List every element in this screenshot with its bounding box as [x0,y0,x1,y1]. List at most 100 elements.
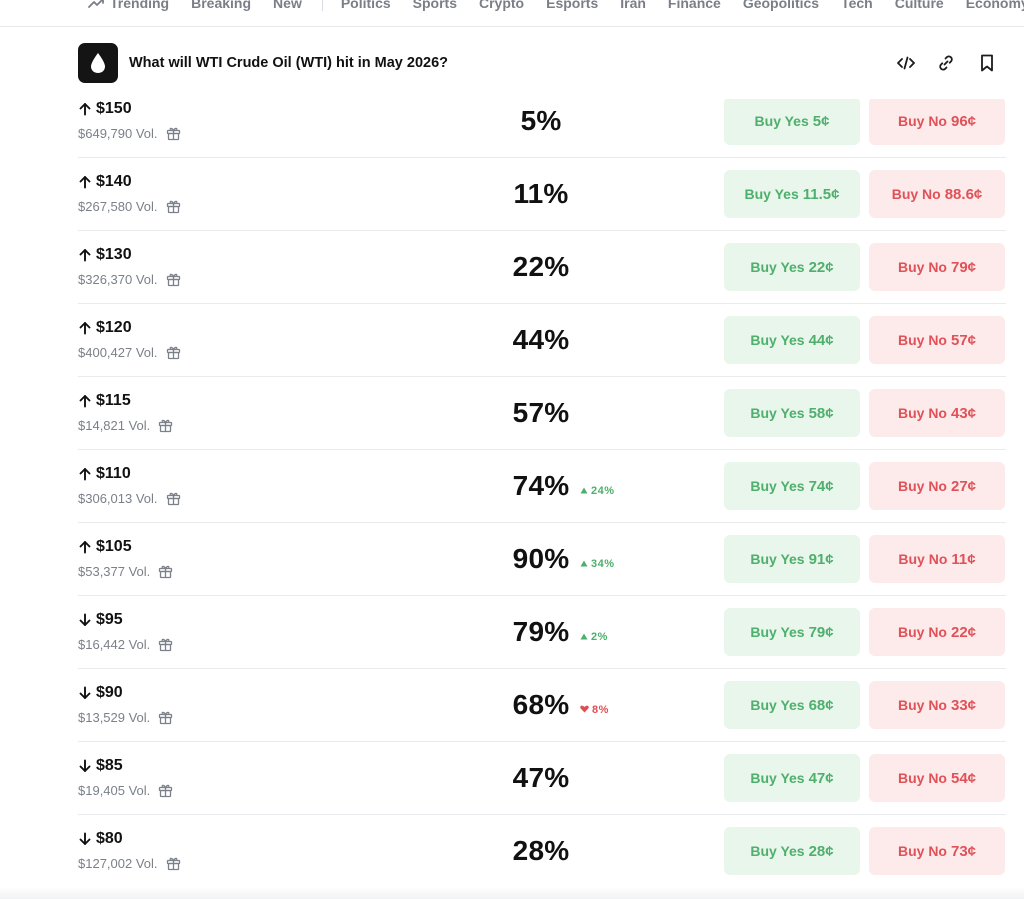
market-logo [78,43,118,83]
triangle-up-icon [580,631,588,643]
buy-yes-button[interactable]: Buy Yes 47¢ [724,754,860,802]
outcome-volume-group: $400,427 Vol. [78,345,181,360]
buy-yes-button[interactable]: Buy Yes 28¢ [724,827,860,875]
arrow-down-icon [78,832,92,846]
outcome-row: $110 $306,013 Vol. 74% 24% Buy Yes 74¢ Buy No 2… [0,450,1024,523]
buy-no-button[interactable]: Buy No 57¢ [869,316,1005,364]
embed-button[interactable] [895,52,917,74]
chance-change: 2% [580,631,608,643]
gift-icon[interactable] [158,564,173,579]
outcome-title: $120 [96,319,132,336]
arrow-down-icon [78,686,92,700]
buy-yes-button[interactable]: Buy Yes 91¢ [724,535,860,583]
buy-yes-button[interactable]: Buy Yes 44¢ [724,316,860,364]
buy-yes-button[interactable]: Buy Yes 74¢ [724,462,860,510]
buy-yes-label: Buy Yes [750,332,805,348]
outcome-label-group: $120 [78,319,132,337]
nav-divider [321,0,323,11]
buy-no-button[interactable]: Buy No 96¢ [869,97,1005,145]
buy-yes-button[interactable]: Buy Yes 79¢ [724,608,860,656]
buy-yes-button[interactable]: Buy Yes 68¢ [724,681,860,729]
arrow-up-icon [78,248,92,262]
nav-item-8[interactable]: Finance [668,0,721,11]
outcome-label-group: $80 [78,830,123,848]
outcome-volume: $326,370 Vol. [78,272,158,287]
nav-item-3[interactable]: Politics [341,0,391,11]
gift-icon[interactable] [166,856,181,871]
chance-change-value: 8% [592,704,609,716]
copy-link-button[interactable] [935,52,957,74]
gift-icon[interactable] [158,710,173,725]
gift-icon[interactable] [166,345,181,360]
buy-no-price: 57¢ [950,331,977,349]
buy-yes-button[interactable]: Buy Yes 22¢ [724,243,860,291]
gift-icon[interactable] [158,637,173,652]
outcome-volume: $400,427 Vol. [78,345,158,360]
nav-item-label: Sports [412,0,457,11]
buy-yes-label: Buy Yes [750,770,805,786]
buy-no-button[interactable]: Buy No 27¢ [869,462,1005,510]
buy-no-button[interactable]: Buy No 33¢ [869,681,1005,729]
buy-no-label: Buy No [897,332,947,348]
nav-item-10[interactable]: Tech [841,0,873,11]
outcome-volume-group: $306,013 Vol. [78,491,181,506]
arrow-up-icon [78,321,92,335]
outcome-volume-group: $326,370 Vol. [78,272,181,287]
outcome-volume-group: $19,405 Vol. [78,783,173,798]
buy-no-price: 54¢ [950,769,977,787]
gift-icon[interactable] [166,272,181,287]
outcome-volume: $53,377 Vol. [78,564,151,579]
buy-yes-button[interactable]: Buy Yes 58¢ [724,389,860,437]
bookmark-icon [981,54,993,72]
nav-item-6[interactable]: Esports [546,0,598,11]
nav-item-label: Culture [894,0,944,11]
buy-no-button[interactable]: Buy No 11¢ [869,535,1005,583]
nav-item-2[interactable]: New [273,0,302,11]
buy-no-button[interactable]: Buy No 22¢ [869,608,1005,656]
outcome-volume-group: $16,442 Vol. [78,637,173,652]
outcome-chance: 5% [520,105,562,136]
outcome-chance: 57% [512,397,570,428]
heart-down-icon [580,704,589,716]
category-nav: Trending Breaking New Politics Sports Crypto E… [0,0,1024,27]
gift-icon[interactable] [158,418,173,433]
buy-no-button[interactable]: Buy No 88.6¢ [869,170,1005,218]
bookmark-button[interactable] [976,52,998,74]
nav-item-4[interactable]: Sports [413,0,457,11]
outcome-chance: 22% [512,251,570,282]
outcome-title: $80 [96,830,123,847]
nav-item-label: Crypto [478,0,525,11]
buy-no-button[interactable]: Buy No 43¢ [869,389,1005,437]
outcome-title: $95 [96,611,123,628]
buy-yes-price: 58¢ [808,404,834,422]
nav-item-9[interactable]: Geopolitics [743,0,819,11]
gift-icon[interactable] [166,491,181,506]
outcome-row: $130 $326,370 Vol. 22% Buy Yes 22¢ Buy No 79¢ [0,231,1024,304]
nav-item-7[interactable]: Iran [620,0,646,11]
buy-no-button[interactable]: Buy No 73¢ [869,827,1005,875]
gift-icon[interactable] [166,199,181,214]
nav-item-1[interactable]: Breaking [191,0,251,11]
outcome-label-group: $95 [78,611,123,629]
outcome-row: $90 $13,529 Vol. 68% 8% Buy Yes 68¢ Buy No 33¢ [0,669,1024,742]
buy-no-price: 43¢ [950,404,977,422]
buy-no-price: 79¢ [950,258,977,276]
buy-no-button[interactable]: Buy No 54¢ [869,754,1005,802]
buy-yes-price: 74¢ [808,477,834,495]
buy-no-label: Buy No [897,697,947,713]
buy-yes-button[interactable]: Buy Yes 11.5¢ [724,170,860,218]
buy-yes-label: Buy Yes [744,186,799,202]
nav-item-5[interactable]: Crypto [479,0,524,11]
market-header: What will WTI Crude Oil (WTI) hit in May… [0,27,1024,99]
buy-no-button[interactable]: Buy No 79¢ [869,243,1005,291]
gift-icon[interactable] [158,783,173,798]
outcome-volume: $649,790 Vol. [78,126,158,141]
nav-item-0[interactable]: Trending [88,0,169,11]
embed-icon [897,56,915,70]
buy-no-label: Buy No [897,259,947,275]
gift-icon[interactable] [166,126,181,141]
nav-item-11[interactable]: Culture [895,0,944,11]
nav-item-12[interactable]: Economy [966,0,1024,11]
buy-yes-button[interactable]: Buy Yes 5¢ [724,97,860,145]
arrow-up-icon [78,102,92,116]
